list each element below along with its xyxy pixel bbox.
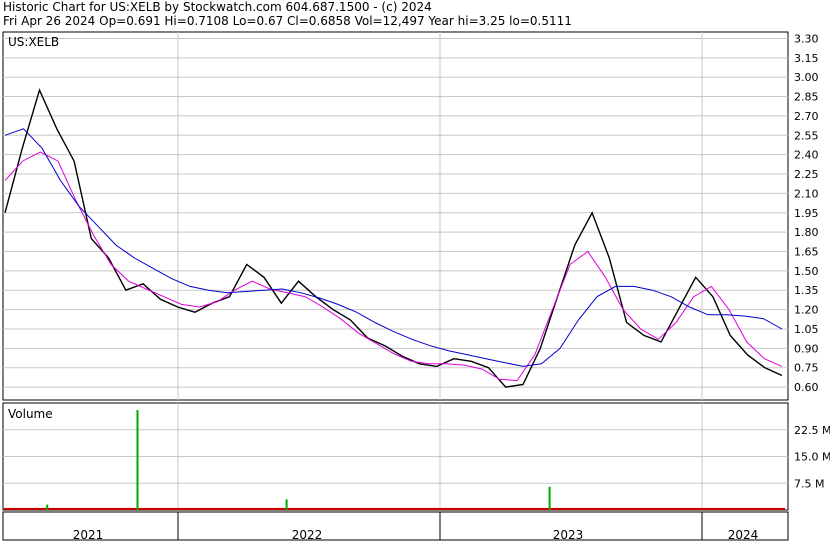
price-tick-label: 3.30 [794, 32, 819, 45]
price-tick-label: 3.15 [794, 52, 819, 65]
price-tick-label: 0.60 [794, 381, 819, 394]
price-tick-label: 2.25 [794, 168, 819, 181]
price-panel-frame [2, 31, 789, 401]
volume-spike-bar [46, 504, 49, 510]
price-tick-label: 1.05 [794, 323, 819, 336]
price-tick-label: 2.70 [794, 110, 819, 123]
price-tick-label: 2.40 [794, 149, 819, 162]
volume-tick-label: 15.0 M [794, 451, 830, 464]
volume-tick-label: 7.5 M [794, 477, 824, 490]
price-axis: 3.30 3.15 3.00 2.85 2.70 2.55 2.40 2.25 2.10 1.95… [794, 32, 819, 394]
x-tick-label: 2021 [73, 528, 104, 542]
volume-label: Volume [8, 407, 53, 421]
volume-axis: 22.5 M 15.0 M 7.5 M [794, 424, 830, 491]
x-tick-label: 2023 [553, 528, 584, 542]
price-tick-label: 1.80 [794, 226, 819, 239]
volume-baseline [4, 507, 785, 510]
price-tick-label: 2.55 [794, 129, 819, 142]
price-tick-label: 1.20 [794, 304, 819, 317]
price-tick-label: 1.95 [794, 207, 819, 220]
price-tick-label: 2.10 [794, 187, 819, 200]
volume-spike-bar [548, 486, 551, 510]
x-axis-frame [2, 511, 789, 541]
price-tick-label: 2.85 [794, 91, 819, 104]
price-tick-label: 0.75 [794, 362, 819, 375]
volume-spike-bar [285, 499, 288, 510]
volume-tick-label: 22.5 M [794, 424, 830, 437]
price-tick-label: 1.50 [794, 265, 819, 278]
price-tick-label: 3.00 [794, 71, 819, 84]
price-tick-label: 0.90 [794, 342, 819, 355]
price-chart: 3.30 3.15 3.00 2.85 2.70 2.55 2.40 2.25 2.10 1.95… [2, 31, 830, 542]
x-tick-label: 2024 [728, 528, 759, 542]
price-tick-label: 1.35 [794, 284, 819, 297]
x-tick-label: 2022 [292, 528, 323, 542]
volume-spike-bar [136, 410, 139, 510]
symbol-label: US:XELB [8, 35, 59, 49]
price-tick-label: 1.65 [794, 246, 819, 259]
